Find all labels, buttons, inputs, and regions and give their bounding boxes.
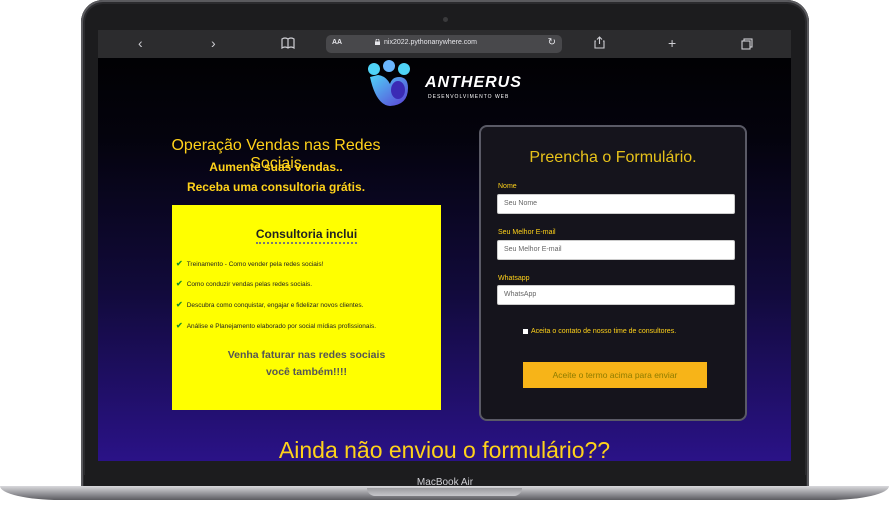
- screen: ‹ › AA nix2022.pythonanywhere.com ↻ + AN…: [98, 30, 791, 461]
- consulting-box-footer-2: você também!!!!: [265, 366, 348, 378]
- brand-logo[interactable]: ANTHERUS DESENVOLVIMENTO WEB: [366, 60, 526, 108]
- book-icon[interactable]: [281, 36, 295, 52]
- share-icon[interactable]: [594, 36, 605, 52]
- brand-name: ANTHERUS: [425, 74, 522, 91]
- form-title: Preencha o Formulário.: [529, 149, 697, 166]
- hero-subtitle-1: Aumente suas vendas..: [209, 160, 343, 174]
- list-item: ✔ Análise e Planejamento elaborado por so…: [176, 321, 377, 331]
- consulting-box-footer-1: Venha faturar nas redes sociais: [227, 349, 386, 361]
- plus-icon[interactable]: +: [668, 35, 676, 51]
- logo-mark-icon: [368, 60, 410, 106]
- email-field[interactable]: Seu Melhor E-mail: [497, 240, 735, 260]
- list-item: ✔ Treinamento - Como vender pela redes so…: [176, 259, 324, 269]
- whatsapp-field[interactable]: WhatsApp: [497, 285, 735, 305]
- list-item: ✔ Como conduzir vendas pelas redes sociai…: [176, 279, 313, 289]
- address-bar[interactable]: AA nix2022.pythonanywhere.com ↻: [326, 35, 562, 53]
- check-icon: ✔: [176, 259, 183, 268]
- url-text: nix2022.pythonanywhere.com: [384, 39, 478, 46]
- check-icon: ✔: [176, 279, 183, 288]
- consulting-box: Consultoria inclui ✔ Treinamento - Como v…: [172, 205, 441, 410]
- contact-form: Preencha o Formulário. Nome Seu Nome Seu…: [479, 125, 747, 421]
- hero-subtitle-2: Receba uma consultoria grátis.: [186, 180, 366, 194]
- browser-toolbar: ‹ › AA nix2022.pythonanywhere.com ↻ +: [98, 30, 791, 58]
- whatsapp-label: Whatsapp: [498, 275, 530, 282]
- name-label: Nome: [498, 183, 517, 190]
- brand-tagline: DESENVOLVIMENTO WEB: [428, 94, 510, 100]
- consulting-box-title: Consultoria inclui: [172, 227, 441, 244]
- check-icon: ✔: [176, 321, 183, 330]
- check-icon: ✔: [176, 300, 183, 309]
- camera-dot: [443, 17, 448, 22]
- lock-icon: [375, 38, 380, 45]
- chevron-right-icon[interactable]: ›: [211, 35, 216, 51]
- checkbox-square[interactable]: [523, 328, 528, 334]
- laptop-notch: [367, 488, 522, 496]
- email-label: Seu Melhor E-mail: [498, 229, 556, 236]
- consent-checkbox[interactable]: Aceita o contato de nosso time de consul…: [523, 328, 676, 335]
- bottom-cta-heading: Ainda não enviou o formulário??: [278, 437, 611, 461]
- tabs-icon[interactable]: [741, 37, 753, 53]
- text-size-button[interactable]: AA: [332, 39, 342, 46]
- chevron-left-icon[interactable]: ‹: [138, 35, 143, 51]
- name-field[interactable]: Seu Nome: [497, 194, 735, 214]
- list-item: ✔ Descubra como conquistar, engajar e fid…: [176, 300, 364, 310]
- submit-button[interactable]: Aceite o termo acima para enviar: [523, 362, 707, 388]
- reload-icon[interactable]: ↻: [548, 37, 556, 48]
